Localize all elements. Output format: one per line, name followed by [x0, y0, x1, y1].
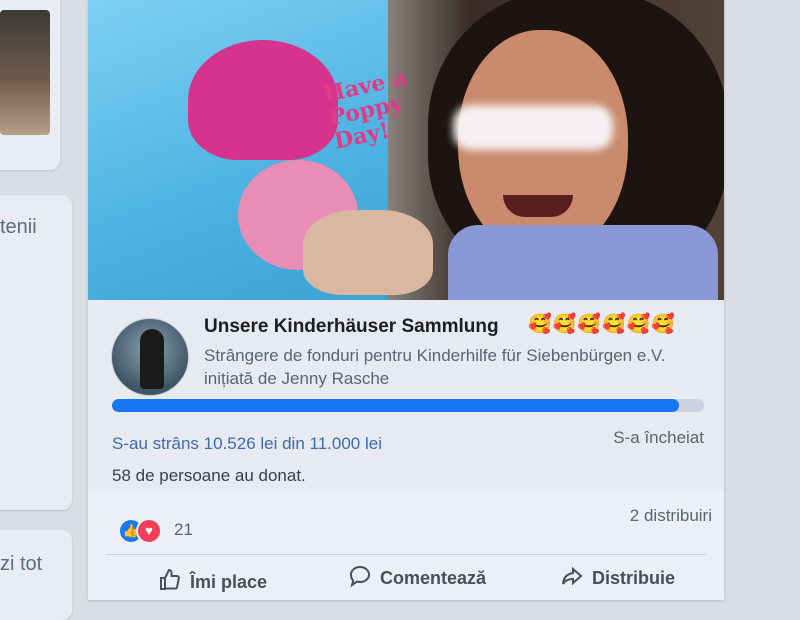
- left-sidebar-column: tenii zi tot: [0, 0, 72, 620]
- feed-post: Have a Poppy Day! Unsere Kinderhäuser Sa…: [88, 0, 724, 600]
- fundraiser-raised-amount: S-au strâns 10.526 lei din 11.000 lei: [112, 434, 382, 453]
- fundraiser-title[interactable]: Unsere Kinderhäuser Sammlung: [204, 316, 499, 338]
- left-card-middle[interactable]: [0, 195, 72, 510]
- fundraiser-card[interactable]: Unsere Kinderhäuser Sammlung 🥰🥰🥰🥰🥰🥰 Strâ…: [88, 300, 724, 490]
- reactions-bar: 👍 ♥ 21 2 distribuiri: [88, 496, 724, 556]
- left-card-top[interactable]: [0, 0, 60, 170]
- post-photo[interactable]: Have a Poppy Day!: [88, 0, 724, 300]
- fundraiser-description: Strângere de fonduri pentru Kinderhilfe …: [204, 346, 666, 388]
- share-count[interactable]: 2 distribuiri: [630, 506, 712, 526]
- photo-privacy-blur: [453, 105, 613, 150]
- love-icon[interactable]: ♥: [136, 518, 162, 544]
- left-card-thumbnail[interactable]: [0, 10, 50, 135]
- comment-button[interactable]: Comentează: [348, 564, 486, 593]
- fundraiser-avatar[interactable]: [111, 318, 189, 396]
- like-button-label: Îmi place: [190, 572, 268, 592]
- left-card-text: tenii: [0, 216, 37, 238]
- photo-child-smile: [503, 195, 573, 217]
- photo-child-dress: [448, 225, 718, 300]
- fundraiser-donor-count[interactable]: 58 de persoane au donat.: [112, 466, 306, 486]
- comment-button-label: Comentează: [380, 568, 487, 588]
- actions-divider: [106, 554, 706, 555]
- post-actions: Îmi place Comentează Distribuie: [88, 556, 724, 600]
- photo-hand: [303, 210, 433, 295]
- photo-troll-graphic: [188, 40, 338, 160]
- comment-icon: [348, 564, 372, 593]
- fundraiser-progress-fill: [112, 399, 679, 412]
- like-button[interactable]: Îmi place: [158, 568, 267, 597]
- thumbs-up-icon: [158, 568, 182, 597]
- share-button-label: Distribuie: [592, 568, 676, 588]
- share-button[interactable]: Distribuie: [560, 564, 675, 593]
- reaction-count[interactable]: 21: [174, 520, 193, 540]
- fundraiser-status: S-a încheiat: [613, 428, 704, 447]
- left-card-text-bottom[interactable]: zi tot: [0, 553, 42, 576]
- avatar-figure: [140, 329, 164, 389]
- fundraiser-progress-bar: [112, 399, 704, 412]
- share-arrow-icon: [560, 564, 584, 593]
- fundraiser-emojis: 🥰🥰🥰🥰🥰🥰: [528, 314, 676, 335]
